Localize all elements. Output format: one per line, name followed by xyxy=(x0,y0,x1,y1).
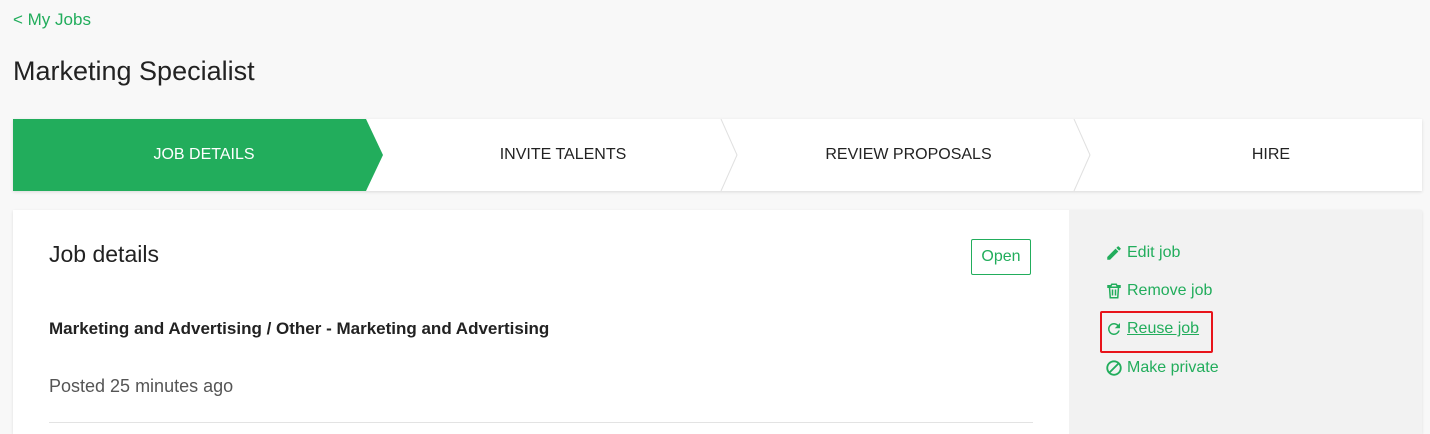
remove-job-label: Remove job xyxy=(1127,282,1213,299)
step-label: INVITE TALENTS xyxy=(499,146,627,163)
step-label: JOB DETAILS xyxy=(153,146,255,163)
remove-job-link[interactable]: Remove job xyxy=(1105,282,1212,300)
step-job-details[interactable]: JOB DETAILS xyxy=(13,119,383,191)
step-label: REVIEW PROPOSALS xyxy=(825,146,992,163)
page-title: Marketing Specialist xyxy=(13,56,255,86)
page: < My Jobs Marketing Specialist JOB DETAI… xyxy=(0,0,1430,434)
make-private-label: Make private xyxy=(1127,359,1219,376)
job-category: Marketing and Advertising / Other - Mark… xyxy=(49,319,550,338)
edit-job-link[interactable]: Edit job xyxy=(1105,244,1180,262)
step-review-proposals[interactable]: REVIEW PROPOSALS xyxy=(731,119,1086,191)
divider xyxy=(49,422,1033,423)
highlight-box xyxy=(1100,311,1213,353)
job-stepper: JOB DETAILS INVITE TALENTS REVIEW PROPOS… xyxy=(13,119,1422,191)
section-title: Job details xyxy=(49,241,159,267)
make-private-link[interactable]: Make private xyxy=(1105,359,1219,377)
back-to-my-jobs-link[interactable]: < My Jobs xyxy=(13,10,91,30)
pencil-icon xyxy=(1107,246,1121,260)
job-details-card: Job details Open Marketing and Advertisi… xyxy=(13,210,1422,434)
posted-time: Posted 25 minutes ago xyxy=(49,376,234,396)
trash-icon xyxy=(1107,283,1121,299)
step-invite-talents[interactable]: INVITE TALENTS xyxy=(395,119,731,191)
status-badge: Open xyxy=(971,239,1031,275)
job-actions-panel: Edit job Remove job Reuse job Make priva… xyxy=(1069,210,1422,434)
edit-job-label: Edit job xyxy=(1127,244,1181,261)
job-details-main: Job details Open Marketing and Advertisi… xyxy=(13,210,1069,434)
ban-icon xyxy=(1106,360,1122,376)
step-label: HIRE xyxy=(1251,146,1291,163)
step-hire[interactable]: HIRE xyxy=(1086,119,1422,191)
